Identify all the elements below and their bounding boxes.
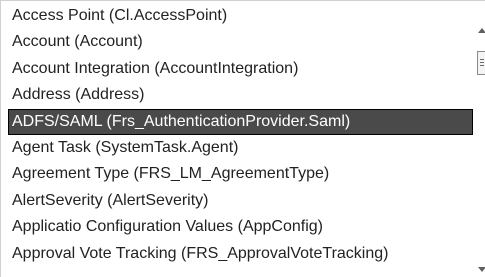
list-item-selected[interactable]: ADFS/SAML (Frs_AuthenticationProvider.Sa… (8, 108, 473, 135)
list-item[interactable]: Applicatio Configuration Values (AppConf… (8, 214, 473, 240)
list-item[interactable]: Agent Task (SystemTask.Agent) (8, 135, 473, 161)
list-item[interactable]: AlertSeverity (AlertSeverity) (8, 188, 473, 214)
entity-listbox[interactable]: Access Point (Cl.AccessPoint) Account (A… (0, 0, 485, 277)
list-item[interactable]: Access Point (Cl.AccessPoint) (8, 3, 473, 29)
grip-icon (480, 62, 484, 63)
scrollbar-thumb[interactable] (477, 51, 485, 75)
arrow-down-icon[interactable] (478, 267, 485, 272)
list-item[interactable]: Agreement Type (FRS_LM_AgreementType) (8, 161, 473, 187)
list-item[interactable]: Account Integration (AccountIntegration) (8, 56, 473, 82)
arrow-up-icon[interactable] (478, 28, 485, 33)
grip-icon (480, 65, 484, 66)
entity-list: Access Point (Cl.AccessPoint) Account (A… (8, 3, 473, 267)
grip-icon (480, 59, 484, 60)
list-item[interactable]: Approval Vote Tracking (FRS_ApprovalVote… (8, 241, 473, 267)
list-item[interactable]: Account (Account) (8, 29, 473, 55)
vertical-scrollbar[interactable] (474, 1, 485, 277)
list-item[interactable]: Address (Address) (8, 82, 473, 108)
